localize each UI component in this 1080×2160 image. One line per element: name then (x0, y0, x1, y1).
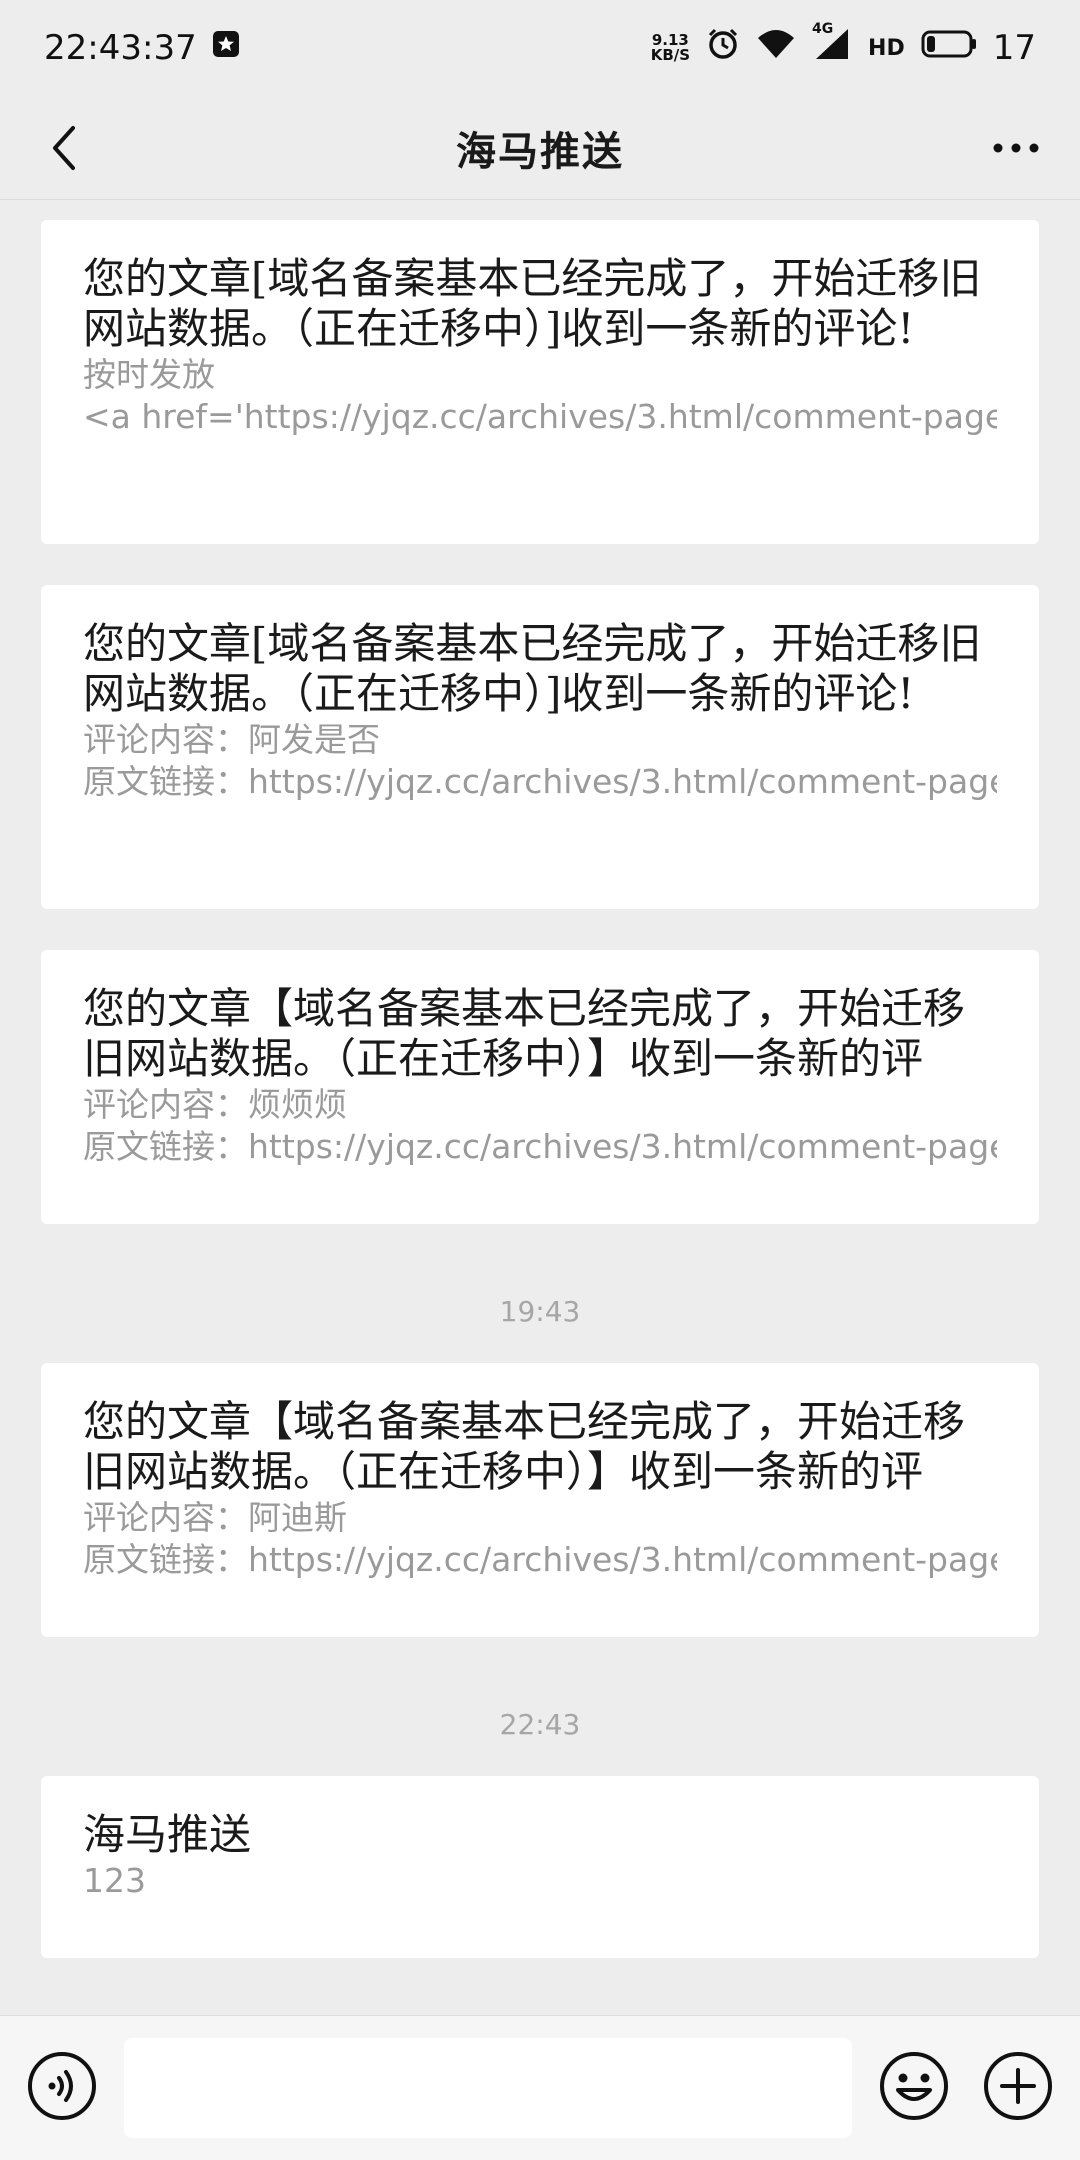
more-button[interactable] (986, 118, 1046, 178)
status-left: 22:43:37 (44, 28, 241, 68)
chevron-left-icon (53, 126, 75, 170)
message-title: 您的文章【域名备案基本已经完成了，开始迁移旧网站数据。（正在迁移中）】收到一条新… (83, 1397, 966, 1496)
voice-button[interactable] (26, 2050, 98, 2122)
message-line: 评论内容：阿迪斯 (83, 1498, 347, 1537)
nav-bar: 海马推送 (0, 96, 1080, 200)
voice-icon (28, 2052, 96, 2120)
message-card[interactable]: 海马推送 123 (41, 1776, 1039, 1958)
message-title: 您的文章[域名备案基本已经完成了，开始迁移旧网站数据。（正在迁移中）]收到一条新… (83, 254, 982, 353)
battery-level: 17 (992, 28, 1036, 68)
message-line: 原文链接：https://yjqz.cc/archives/3.html/com… (83, 1127, 997, 1166)
message-title: 海马推送 (83, 1810, 252, 1859)
message-card[interactable]: 您的文章[域名备案基本已经完成了，开始迁移旧网站数据。（正在迁移中）]收到一条新… (41, 220, 1039, 544)
network-type: 4G (812, 20, 834, 37)
message-line: <a href='https://yjqz.cc/archives/3.html… (83, 397, 997, 436)
message-input[interactable] (124, 2038, 852, 2138)
alarm-icon (706, 27, 740, 70)
status-bar: 22:43:37 9.13 KB/S 4G HD 17 (0, 0, 1080, 96)
status-right: 9.13 KB/S 4G HD 17 (651, 21, 1036, 70)
hd-badge: HD (868, 35, 905, 61)
message-title: 您的文章[域名备案基本已经完成了，开始迁移旧网站数据。（正在迁移中）]收到一条新… (83, 619, 982, 718)
input-bar (0, 2015, 1080, 2160)
message-line: 按时发放 (83, 355, 215, 394)
message-card[interactable]: 您的文章【域名备案基本已经完成了，开始迁移旧网站数据。（正在迁移中）】收到一条新… (41, 950, 1039, 1224)
message-list[interactable]: 您的文章[域名备案基本已经完成了，开始迁移旧网站数据。（正在迁移中）]收到一条新… (0, 200, 1080, 2015)
wifi-icon (756, 28, 796, 69)
notification-icon (211, 28, 241, 68)
status-time: 22:43:37 (44, 28, 197, 68)
net-speed-unit: KB/S (650, 46, 691, 64)
message-line: 评论内容：阿发是否 (83, 720, 380, 759)
message-line: 原文链接：https://yjqz.cc/archives/3.html/com… (83, 1540, 997, 1579)
plus-button[interactable] (982, 2050, 1054, 2122)
message-title: 您的文章【域名备案基本已经完成了，开始迁移旧网站数据。（正在迁移中）】收到一条新… (83, 984, 966, 1083)
message-card[interactable]: 您的文章[域名备案基本已经完成了，开始迁移旧网站数据。（正在迁移中）]收到一条新… (41, 585, 1039, 909)
back-button[interactable] (34, 118, 94, 178)
page-title: 海马推送 (456, 128, 624, 175)
message-card[interactable]: 您的文章【域名备案基本已经完成了，开始迁移旧网站数据。（正在迁移中）】收到一条新… (41, 1363, 1039, 1637)
plus-icon (984, 2052, 1052, 2120)
message-line: 123 (83, 1861, 146, 1900)
emoji-button[interactable] (878, 2050, 950, 2122)
net-speed: 9.13 KB/S (651, 33, 690, 63)
emoji-icon (880, 2052, 948, 2120)
message-line: 评论内容：烦烦烦 (83, 1085, 347, 1124)
more-dots-icon (993, 143, 1039, 153)
timestamp: 22:43 (499, 1708, 581, 1741)
signal-icon: 4G (812, 21, 852, 70)
message-line: 原文链接：https://yjqz.cc/archives/3.html/com… (83, 762, 997, 801)
battery-icon (921, 28, 977, 68)
timestamp: 19:43 (499, 1295, 581, 1328)
